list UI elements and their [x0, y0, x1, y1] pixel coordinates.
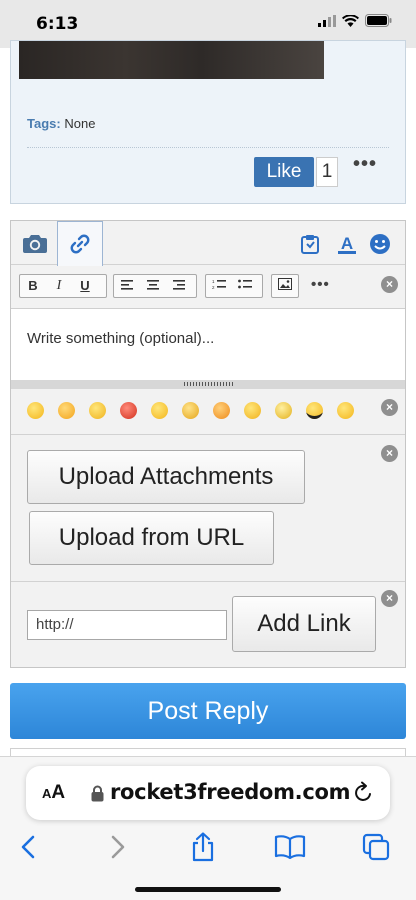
tab-camera[interactable]: [17, 221, 53, 265]
unordered-list-icon: [238, 279, 252, 289]
upload-attachments-button[interactable]: Upload Attachments: [27, 450, 305, 504]
browser-nav: [0, 827, 416, 867]
domain-text: rocket3freedom.com: [110, 780, 351, 804]
tab-link[interactable]: [57, 221, 103, 266]
smiley-button[interactable]: [369, 233, 391, 255]
emoji-confused-icon[interactable]: [182, 402, 199, 419]
emoji-mad-icon[interactable]: [213, 402, 230, 419]
text-size-small: A: [42, 786, 52, 801]
align-left-button[interactable]: [114, 275, 140, 297]
editor-resize-handle[interactable]: [11, 380, 405, 389]
lock-icon: [91, 785, 104, 802]
ordered-list-button[interactable]: 12: [206, 275, 232, 297]
forward-button[interactable]: [98, 827, 138, 867]
align-center-icon: [147, 280, 159, 290]
post-more-button[interactable]: •••: [353, 153, 377, 176]
tags-value: None: [64, 116, 96, 131]
align-center-button[interactable]: [140, 275, 166, 297]
home-indicator: [135, 887, 281, 892]
unordered-list-button[interactable]: [232, 275, 258, 297]
format-toolbar: B I U 12 ••• ×: [11, 265, 405, 307]
forward-icon: [111, 835, 125, 859]
smiley-icon: [370, 234, 390, 254]
image-icon: [278, 278, 292, 290]
bookmarks-button[interactable]: [270, 827, 310, 867]
svg-text:2: 2: [212, 285, 215, 290]
emoji-shocked-icon[interactable]: [337, 402, 354, 419]
tags-row: Tags: None: [27, 116, 95, 131]
back-icon: [21, 835, 35, 859]
align-left-icon: [121, 280, 133, 290]
tabs-button[interactable]: [356, 827, 396, 867]
like-count: 1: [316, 157, 338, 187]
link-icon: [70, 234, 90, 254]
link-section-close-icon[interactable]: ×: [381, 590, 398, 607]
reply-textarea[interactable]: Write something (optional)...: [11, 308, 405, 380]
italic-button[interactable]: I: [46, 275, 72, 297]
align-group: [113, 274, 197, 298]
emoji-tongue-icon[interactable]: [58, 402, 75, 419]
emoji-grin-icon[interactable]: [151, 402, 168, 419]
post-divider: [27, 147, 389, 148]
clipboard-icon: [301, 235, 319, 254]
upload-from-url-button[interactable]: Upload from URL: [29, 511, 274, 565]
url-input[interactable]: http://: [27, 610, 227, 640]
reply-placeholder: Write something (optional)...: [27, 330, 215, 347]
battery-icon: [365, 14, 392, 27]
font-color-button[interactable]: A: [336, 233, 358, 255]
svg-text:A: A: [341, 234, 353, 253]
emoji-smirk-icon[interactable]: [244, 402, 261, 419]
book-icon: [274, 835, 306, 859]
status-icons: [318, 14, 392, 27]
clipboard-button[interactable]: [299, 233, 321, 255]
post-reply-button[interactable]: Post Reply: [10, 683, 406, 739]
format-toolbar-close-icon[interactable]: ×: [381, 276, 398, 293]
editor-tabs: A: [11, 221, 405, 266]
emoji-rolleyes-icon[interactable]: [275, 402, 292, 419]
image-group: [271, 274, 299, 298]
upload-section: Upload Attachments Upload from URL ×: [11, 436, 405, 582]
format-more-button[interactable]: •••: [311, 276, 330, 293]
resize-grip: [184, 382, 234, 386]
svg-text:1: 1: [212, 279, 215, 284]
text-style-group: B I U: [19, 274, 107, 298]
text-size-large: A: [51, 782, 66, 803]
share-button[interactable]: [183, 827, 223, 867]
camera-icon: [23, 234, 47, 253]
text-size-button[interactable]: AA: [42, 782, 65, 804]
reload-icon[interactable]: [354, 781, 374, 803]
underline-button[interactable]: U: [72, 275, 98, 297]
emoji-smile-icon[interactable]: [27, 402, 44, 419]
font-color-icon: A: [338, 234, 356, 254]
align-right-button[interactable]: [166, 275, 192, 297]
emoji-wink-icon[interactable]: [89, 402, 106, 419]
list-group: 12: [205, 274, 263, 298]
ordered-list-icon: 12: [212, 279, 226, 290]
insert-image-button[interactable]: [272, 275, 298, 297]
bold-button[interactable]: B: [20, 275, 46, 297]
post-image: [19, 41, 324, 79]
upload-section-close-icon[interactable]: ×: [381, 445, 398, 462]
signal-icon: [318, 14, 336, 27]
emoji-row-close-icon[interactable]: ×: [381, 399, 398, 416]
add-link-button[interactable]: Add Link: [232, 596, 376, 652]
emoji-row: ×: [11, 389, 405, 435]
emoji-angry-icon[interactable]: [120, 402, 137, 419]
tabs-icon: [362, 833, 390, 861]
like-button[interactable]: Like: [254, 157, 314, 187]
tags-label: Tags:: [27, 116, 61, 131]
align-right-icon: [173, 280, 185, 290]
reply-editor: A B I U 1 2 ••• × Write something (optio…: [10, 220, 406, 668]
share-icon: [192, 832, 214, 862]
post-card: Tags: None Like 1 •••: [10, 40, 406, 204]
link-section: http:// Add Link ×: [11, 582, 405, 668]
status-time: 6:13: [36, 14, 79, 34]
browser-toolbar: AA rocket3freedom.com: [0, 756, 416, 900]
back-button[interactable]: [8, 827, 48, 867]
emoji-cool-icon[interactable]: [306, 402, 323, 419]
address-bar[interactable]: AA rocket3freedom.com: [26, 766, 390, 820]
wifi-icon: [342, 14, 359, 27]
